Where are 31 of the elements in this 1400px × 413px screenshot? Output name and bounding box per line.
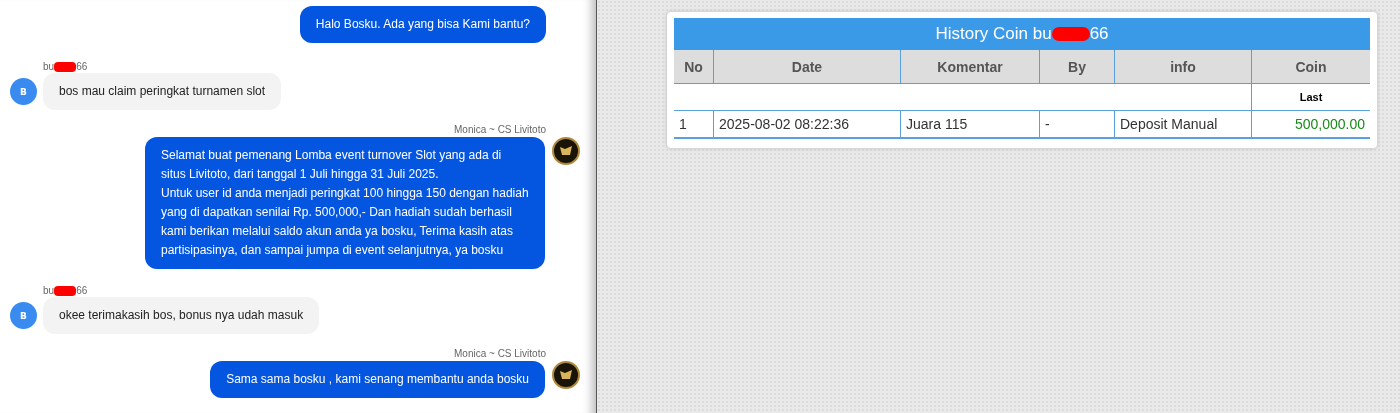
column-header: Coin [1251, 50, 1370, 84]
redaction-mark [54, 285, 77, 296]
message-bubble: bos mau claim peringkat turnamen slot [43, 73, 282, 110]
sender-name: Monica ~ CS Livitoto [454, 124, 546, 135]
column-header: By [1039, 50, 1115, 84]
table-cell: - [1039, 110, 1115, 138]
column-header: Date [713, 50, 901, 84]
user-avatar: B [10, 302, 37, 329]
table-cell: 500,000.00 [1251, 110, 1370, 138]
message-bubble: Halo Bosku. Ada yang bisa Kami bantu? [299, 6, 546, 43]
table-cell: Juara 115 [900, 110, 1040, 138]
table-title-start: History Coin bu [935, 24, 1052, 44]
column-header: info [1114, 50, 1252, 84]
sender-name-end: 66 [76, 285, 88, 296]
sender-name-start: bu [43, 285, 55, 296]
column-header: Komentar [900, 50, 1040, 84]
sender-name-start: bu [43, 61, 55, 72]
table-cell: 2025-08-02 08:22:36 [713, 110, 901, 138]
message-bubble: okee terimakasih bos, bonus nya udah masuk [43, 297, 320, 334]
table-cell: Deposit Manual [1114, 110, 1252, 138]
message-bubble: Selamat buat pemenang Lomba event turnover Slot yang ada di situs Livitoto, dari tanggal 1 Juli hingga 31 Juli 2025. Untuk user id anda menjadi peringkat 100 hingga 150 dengan hadiah yang di dapatkan senilai Rp. 500,000,- Dan hadiah sudah berhasil kami berikan melalui saldo akun anda ya bosku, Terima kasih atas partisipasinya, dan sampai jumpa di event selanjutnya, ya bosku [145, 137, 545, 269]
redaction-mark [54, 61, 77, 72]
user-avatar: B [10, 78, 37, 105]
message-bubble: Sama sama bosku , kami senang membantu anda bosku [210, 361, 545, 398]
sender-name-end: 66 [76, 61, 88, 72]
table-title-end: 66 [1089, 24, 1109, 44]
table-cell: 1 [674, 110, 714, 138]
subheader-cell: Last [1251, 83, 1370, 111]
sender-name: Monica ~ CS Livitoto [454, 348, 546, 359]
redaction-mark [1051, 27, 1090, 41]
column-header: No [674, 50, 714, 84]
